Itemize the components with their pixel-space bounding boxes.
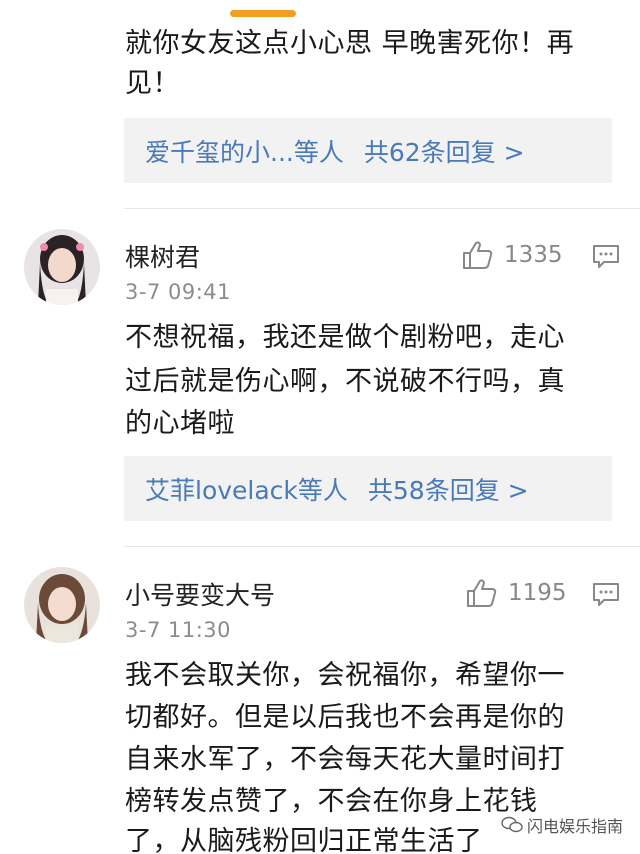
- comment-3-text-line-3: 自来水军了，不会每天花大量时间打: [125, 744, 565, 775]
- avatar[interactable]: [24, 567, 100, 643]
- comment-2-text-line-3: 的心堵啦: [125, 408, 235, 439]
- comment-3-text-line-1: 我不会取关你，会祝福你，希望你一: [125, 660, 565, 691]
- comment-icon[interactable]: [592, 582, 620, 608]
- like-count: 1195: [508, 580, 567, 606]
- wechat-icon: [501, 816, 523, 833]
- timestamp: 3-7 11:30: [125, 618, 231, 642]
- username[interactable]: 棵树君: [125, 238, 200, 274]
- reply-names: 爱千玺的小...等人: [145, 137, 344, 167]
- avatar[interactable]: [24, 229, 100, 305]
- username[interactable]: 小号要变大号: [125, 576, 275, 612]
- comment-2-replies-link[interactable]: 艾菲lovelack等人 共58条回复 >: [124, 456, 612, 521]
- like-count: 1335: [504, 242, 563, 268]
- like-button[interactable]: 1195: [466, 578, 567, 608]
- thumbs-up-icon: [463, 241, 493, 269]
- comment-divider: [124, 546, 640, 547]
- comment-1-text-line-1: 就你女友这点小心思 早晚害死你！再: [125, 28, 575, 59]
- comment-3-text-line-4: 榜转发点赞了，不会在你身上花钱: [125, 786, 538, 817]
- comment-icon[interactable]: [592, 244, 620, 270]
- comment-3-text-line-2: 切都好。但是以后我也不会再是你的: [125, 702, 565, 733]
- like-button[interactable]: 1335: [462, 240, 563, 270]
- comment-1-replies-link[interactable]: 爱千玺的小...等人 共62条回复 >: [124, 118, 612, 183]
- reply-total: 共62条回复 >: [363, 137, 525, 167]
- reply-total: 共58条回复 >: [367, 475, 529, 505]
- comment-2-text-line-1: 不想祝福，我还是做个剧粉吧，走心: [125, 322, 565, 353]
- comment-2-text-line-2: 过后就是伤心啊，不说破不行吗，真: [125, 366, 565, 397]
- scroll-handle[interactable]: [230, 10, 296, 17]
- thumbs-up-icon: [467, 579, 497, 607]
- comment-3-text-line-5: 了，从脑残粉回归正常生活了: [125, 826, 483, 854]
- comment-1-text-line-2: 见！: [125, 68, 180, 99]
- watermark-text: 闪电娱乐指南: [527, 817, 624, 836]
- reply-names: 艾菲lovelack等人: [145, 475, 348, 505]
- watermark: 闪电娱乐指南: [498, 812, 627, 838]
- comment-divider: [124, 208, 640, 209]
- timestamp: 3-7 09:41: [125, 280, 231, 304]
